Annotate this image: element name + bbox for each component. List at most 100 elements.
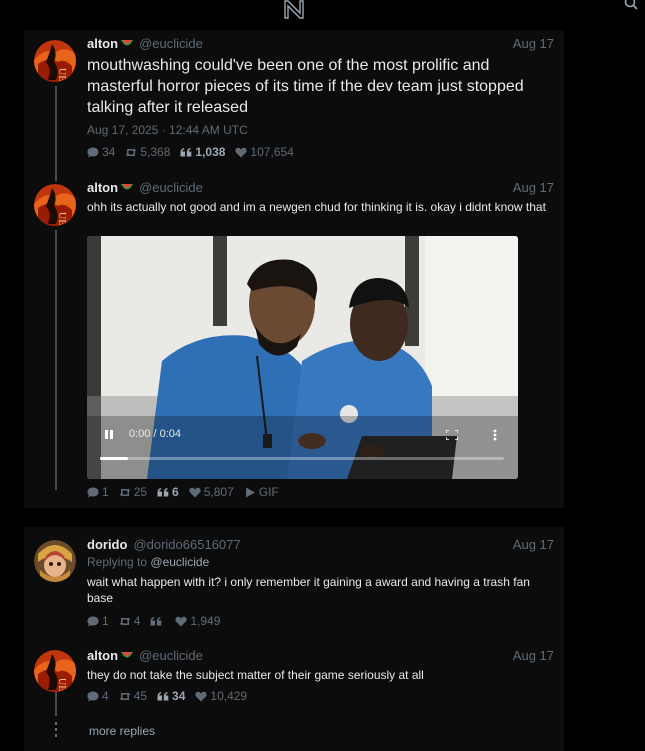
video-frame [87,236,518,479]
thread-line [55,86,57,181]
quote-stat[interactable]: 34 [157,689,185,703]
avatar[interactable]: UE [34,184,76,226]
retweet-count: 5,368 [140,145,171,159]
retweet-icon [119,692,131,700]
quote-count: 34 [172,689,186,703]
replying-to-handle[interactable]: @euclicide [150,555,209,569]
retweet-stat[interactable]: 45 [119,689,147,703]
fullscreen-icon[interactable] [446,430,458,440]
comment-icon [87,616,99,626]
heart-icon [175,616,187,626]
like-count: 5,807 [203,485,234,499]
quote-stat[interactable] [150,616,165,627]
top-bar [0,0,645,24]
quote-icon [150,616,162,625]
avatar[interactable] [34,540,76,582]
display-name[interactable]: alton [87,180,118,195]
thread-line [55,230,57,490]
more-options-icon[interactable] [493,429,497,441]
handle[interactable]: @euclicide [139,180,203,195]
like-count: 10,429 [210,689,248,703]
like-stat[interactable]: 1,949 [175,614,220,628]
display-name[interactable]: alton [87,36,118,51]
display-name[interactable]: dorido [87,537,127,552]
tweet-timestamp[interactable]: Aug 17, 2025 · 12:44 AM UTC [87,123,248,137]
reply-stat[interactable]: 34 [87,145,115,159]
handle[interactable]: @dorido66516077 [133,537,240,552]
heart-icon [235,147,248,157]
play-icon [245,487,255,497]
tweet-stats: 34 5,368 1,038 107,654 [87,145,304,159]
comment-icon [87,147,99,157]
tweet-date[interactable]: Aug 17 [496,36,554,52]
tweet-stats: 1 4 1,949 [87,614,230,628]
reply-stat[interactable]: 1 [87,614,109,628]
retweet-count: 25 [133,485,148,499]
video-progress-bar[interactable] [100,457,504,460]
tweet-text: they do not take the subject matter of t… [87,668,424,682]
replying-to-label: Replying to [87,555,148,569]
comment-icon [87,691,99,701]
quote-count: 6 [172,485,179,499]
reply-count: 1 [102,485,109,499]
tweet-header: dorido @dorido66516077 [87,537,241,553]
heart-icon [189,487,201,497]
retweet-icon [119,617,131,625]
heart-icon [195,691,208,701]
tweet-date[interactable]: Aug 17 [496,180,554,196]
quote-stat[interactable]: 6 [157,485,179,499]
like-stat[interactable]: 107,654 [235,145,294,159]
retweet-stat[interactable]: 5,368 [125,145,170,159]
tweet-text: wait what happen with it? i only remembe… [87,575,530,605]
reply-stat[interactable]: 4 [87,689,109,703]
more-replies-link[interactable]: more replies [89,724,155,738]
like-stat[interactable]: 10,429 [195,689,247,703]
like-stat[interactable]: 5,807 [189,485,234,499]
tweet-stats: 4 45 34 10,429 [87,689,257,703]
watermelon-icon [121,40,134,46]
search-icon[interactable] [624,0,640,11]
gif-label: GIF [258,485,279,499]
handle[interactable]: @euclicide [139,648,203,663]
tweet-text: ohh its actually not good and im a newge… [87,200,546,214]
gif-badge: GIF [244,485,279,499]
retweet-icon [125,148,137,156]
avatar[interactable]: UE [34,650,76,692]
video-time: 0:00 / 0:04 [129,428,181,440]
video-progress-fill [100,457,129,460]
tweet-header: alton @euclicide [87,180,203,196]
reply-count: 1 [102,614,109,628]
like-count: 1,949 [190,614,221,628]
reply-count: 4 [102,689,109,703]
video-player[interactable] [87,236,518,479]
retweet-stat[interactable]: 25 [119,485,147,499]
display-name[interactable]: alton [87,648,118,663]
quote-icon [180,147,192,156]
retweet-stat[interactable]: 4 [119,614,141,628]
site-logo-icon[interactable] [282,0,306,20]
handle[interactable]: @euclicide [139,36,203,51]
quote-stat[interactable]: 1,038 [180,145,225,159]
tweet-date[interactable]: Aug 17 [496,537,554,553]
quote-count: 1,038 [195,145,226,159]
like-count: 107,654 [250,145,294,159]
tweet-header: alton @euclicide [87,36,203,52]
watermelon-icon [121,184,134,190]
tweet-date[interactable]: Aug 17 [496,648,554,664]
retweet-icon [119,488,131,496]
retweet-count: 4 [133,614,141,628]
thread-line [55,690,57,716]
replying-to: Replying to @euclicide [87,555,209,569]
tweet-text: mouthwashing could've been one of the mo… [87,57,524,116]
comment-icon [87,487,99,497]
reply-stat[interactable]: 1 [87,485,109,499]
quote-icon [157,487,169,496]
tweet-stats: 1 25 6 5,807 GIF [87,485,289,499]
retweet-count: 45 [133,689,148,703]
watermelon-icon [121,652,134,658]
quote-icon [157,691,169,700]
pause-icon[interactable] [103,428,115,440]
tweet-header: alton @euclicide [87,648,203,664]
avatar[interactable]: UE [34,40,76,82]
thread-ellipsis-icon [55,722,57,737]
